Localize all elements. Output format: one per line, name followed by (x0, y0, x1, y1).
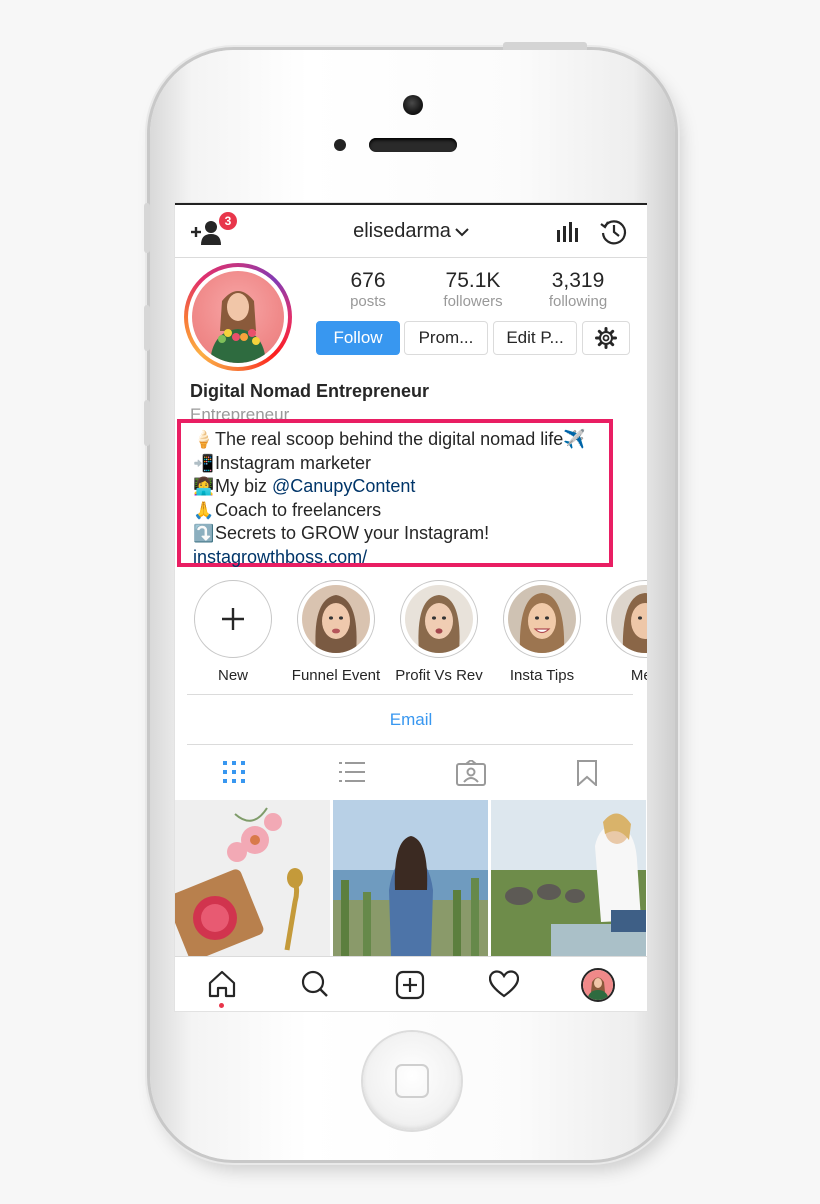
heart-icon[interactable] (489, 970, 519, 998)
highlight-cover-image (508, 585, 576, 653)
saved-icon[interactable] (576, 760, 598, 786)
highlight-label: Profit Vs Rev (395, 667, 483, 684)
bio-mention-link[interactable]: @CanupyContent (272, 476, 415, 496)
display-name: Digital Nomad Entrepreneur (190, 381, 430, 401)
highlight-profit-vs-rev[interactable]: Profit Vs Rev (394, 580, 484, 684)
bio-line-4: 🙏Coach to freelancers (193, 499, 609, 523)
highlight-label: Mex (630, 667, 647, 684)
highlight-new-ring (194, 580, 272, 658)
profile-avatar-icon[interactable] (581, 968, 615, 1002)
ice-cream-emoji: 🍦 (193, 430, 215, 449)
profile-header-bar: 3 elisedarma (175, 203, 647, 258)
following-count: 3,319 (551, 269, 605, 292)
front-camera (403, 95, 423, 115)
bio-highlight-box: 🍦The real scoop behind the digital nomad… (177, 419, 613, 567)
highlight-insta-tips[interactable]: Insta Tips (497, 580, 587, 684)
history-icon[interactable] (599, 217, 629, 247)
search-icon[interactable] (301, 970, 329, 998)
chevron-down-icon (455, 228, 469, 237)
plus-icon (222, 608, 244, 630)
highlight-label: Insta Tips (509, 667, 575, 684)
home-activity-dot (219, 1003, 224, 1008)
home-icon[interactable] (207, 970, 237, 998)
highlight-cover-image (405, 585, 473, 653)
mute-switch (144, 203, 150, 253)
highlight-ring (400, 580, 478, 658)
highlight-mex[interactable]: Mex (600, 580, 647, 684)
divider (187, 694, 633, 695)
earpiece-speaker (369, 138, 457, 152)
highlight-ring (297, 580, 375, 658)
app-screen: 3 elisedarma 676 posts 75.1K followers 3… (175, 203, 647, 1011)
highlight-label: Funnel Event (291, 667, 381, 684)
stat-following[interactable]: 3,319 following (533, 269, 623, 311)
volume-up-button (144, 305, 150, 351)
post-thumbnail[interactable] (333, 800, 488, 956)
highlight-ring (503, 580, 581, 658)
bio-line-4-text: Coach to freelancers (215, 499, 382, 520)
bio-line-3: 👩‍💻My biz @CanupyContent (193, 475, 609, 499)
mobile-arrow-emoji: 📲 (193, 453, 215, 473)
bio-line-3-prefix: My biz (215, 476, 273, 497)
email-contact-button[interactable]: Email (175, 710, 647, 730)
airplane-emoji: ✈️ (563, 429, 586, 449)
profile-avatar[interactable] (184, 263, 292, 371)
gear-icon (595, 327, 617, 349)
list-icon[interactable] (339, 760, 365, 784)
bio-line-1-text: The real scoop behind the digital nomad … (215, 429, 564, 449)
promote-button[interactable]: Prom... (404, 321, 488, 355)
posts-label: posts (350, 293, 386, 310)
avatar-photo (192, 271, 284, 363)
followers-label: followers (443, 293, 503, 310)
home-button-square (395, 1064, 429, 1098)
stats-icon[interactable] (555, 220, 579, 242)
followers-count: 75.1K (445, 269, 501, 292)
post-thumbnail[interactable] (491, 800, 646, 956)
posts-count: 676 (350, 269, 386, 292)
praying-hands-emoji: 🙏 (193, 500, 215, 520)
avatar-inner-ring (188, 267, 288, 367)
tagged-icon[interactable] (456, 760, 486, 786)
post-thumbnail[interactable] (175, 800, 330, 956)
highlight-cover-image (302, 585, 370, 653)
settings-button[interactable] (582, 321, 630, 355)
highlight-ring (606, 580, 647, 658)
bio-line-5: ⤵️Secrets to GROW your Instagram! (193, 522, 609, 546)
bio-line-2: 📲Instagram marketer (193, 452, 609, 476)
bio-line-2-text: Instagram marketer (215, 452, 372, 473)
grid-icon[interactable] (222, 760, 246, 784)
power-button (503, 42, 587, 50)
bottom-navigation (175, 956, 647, 1011)
arrow-down-emoji: ⤵️ (193, 524, 215, 544)
add-post-icon[interactable] (395, 970, 425, 1000)
proximity-sensor (334, 139, 346, 151)
highlight-cover-image (611, 585, 647, 653)
stat-posts[interactable]: 676 posts (323, 269, 413, 311)
divider (187, 744, 633, 745)
highlight-label: New (217, 667, 248, 684)
stat-followers[interactable]: 75.1K followers (428, 269, 518, 311)
home-button[interactable] (363, 1032, 461, 1130)
bio-line-1: 🍦The real scoop behind the digital nomad… (193, 428, 609, 452)
following-label: following (548, 293, 608, 310)
volume-down-button (144, 400, 150, 446)
bio-website-link[interactable]: instagrowthboss.com/ (193, 546, 609, 569)
follow-button[interactable]: Follow (316, 321, 400, 355)
bio-line-5-text: Secrets to GROW your Instagram! (215, 523, 490, 544)
highlight-funnel-event[interactable]: Funnel Event (291, 580, 381, 684)
username-label: elisedarma (353, 220, 451, 242)
edit-profile-button[interactable]: Edit P... (493, 321, 577, 355)
highlight-new[interactable]: New (188, 580, 278, 684)
woman-technologist-emoji: 👩‍💻 (193, 477, 215, 497)
avatar-illustration (210, 291, 266, 363)
